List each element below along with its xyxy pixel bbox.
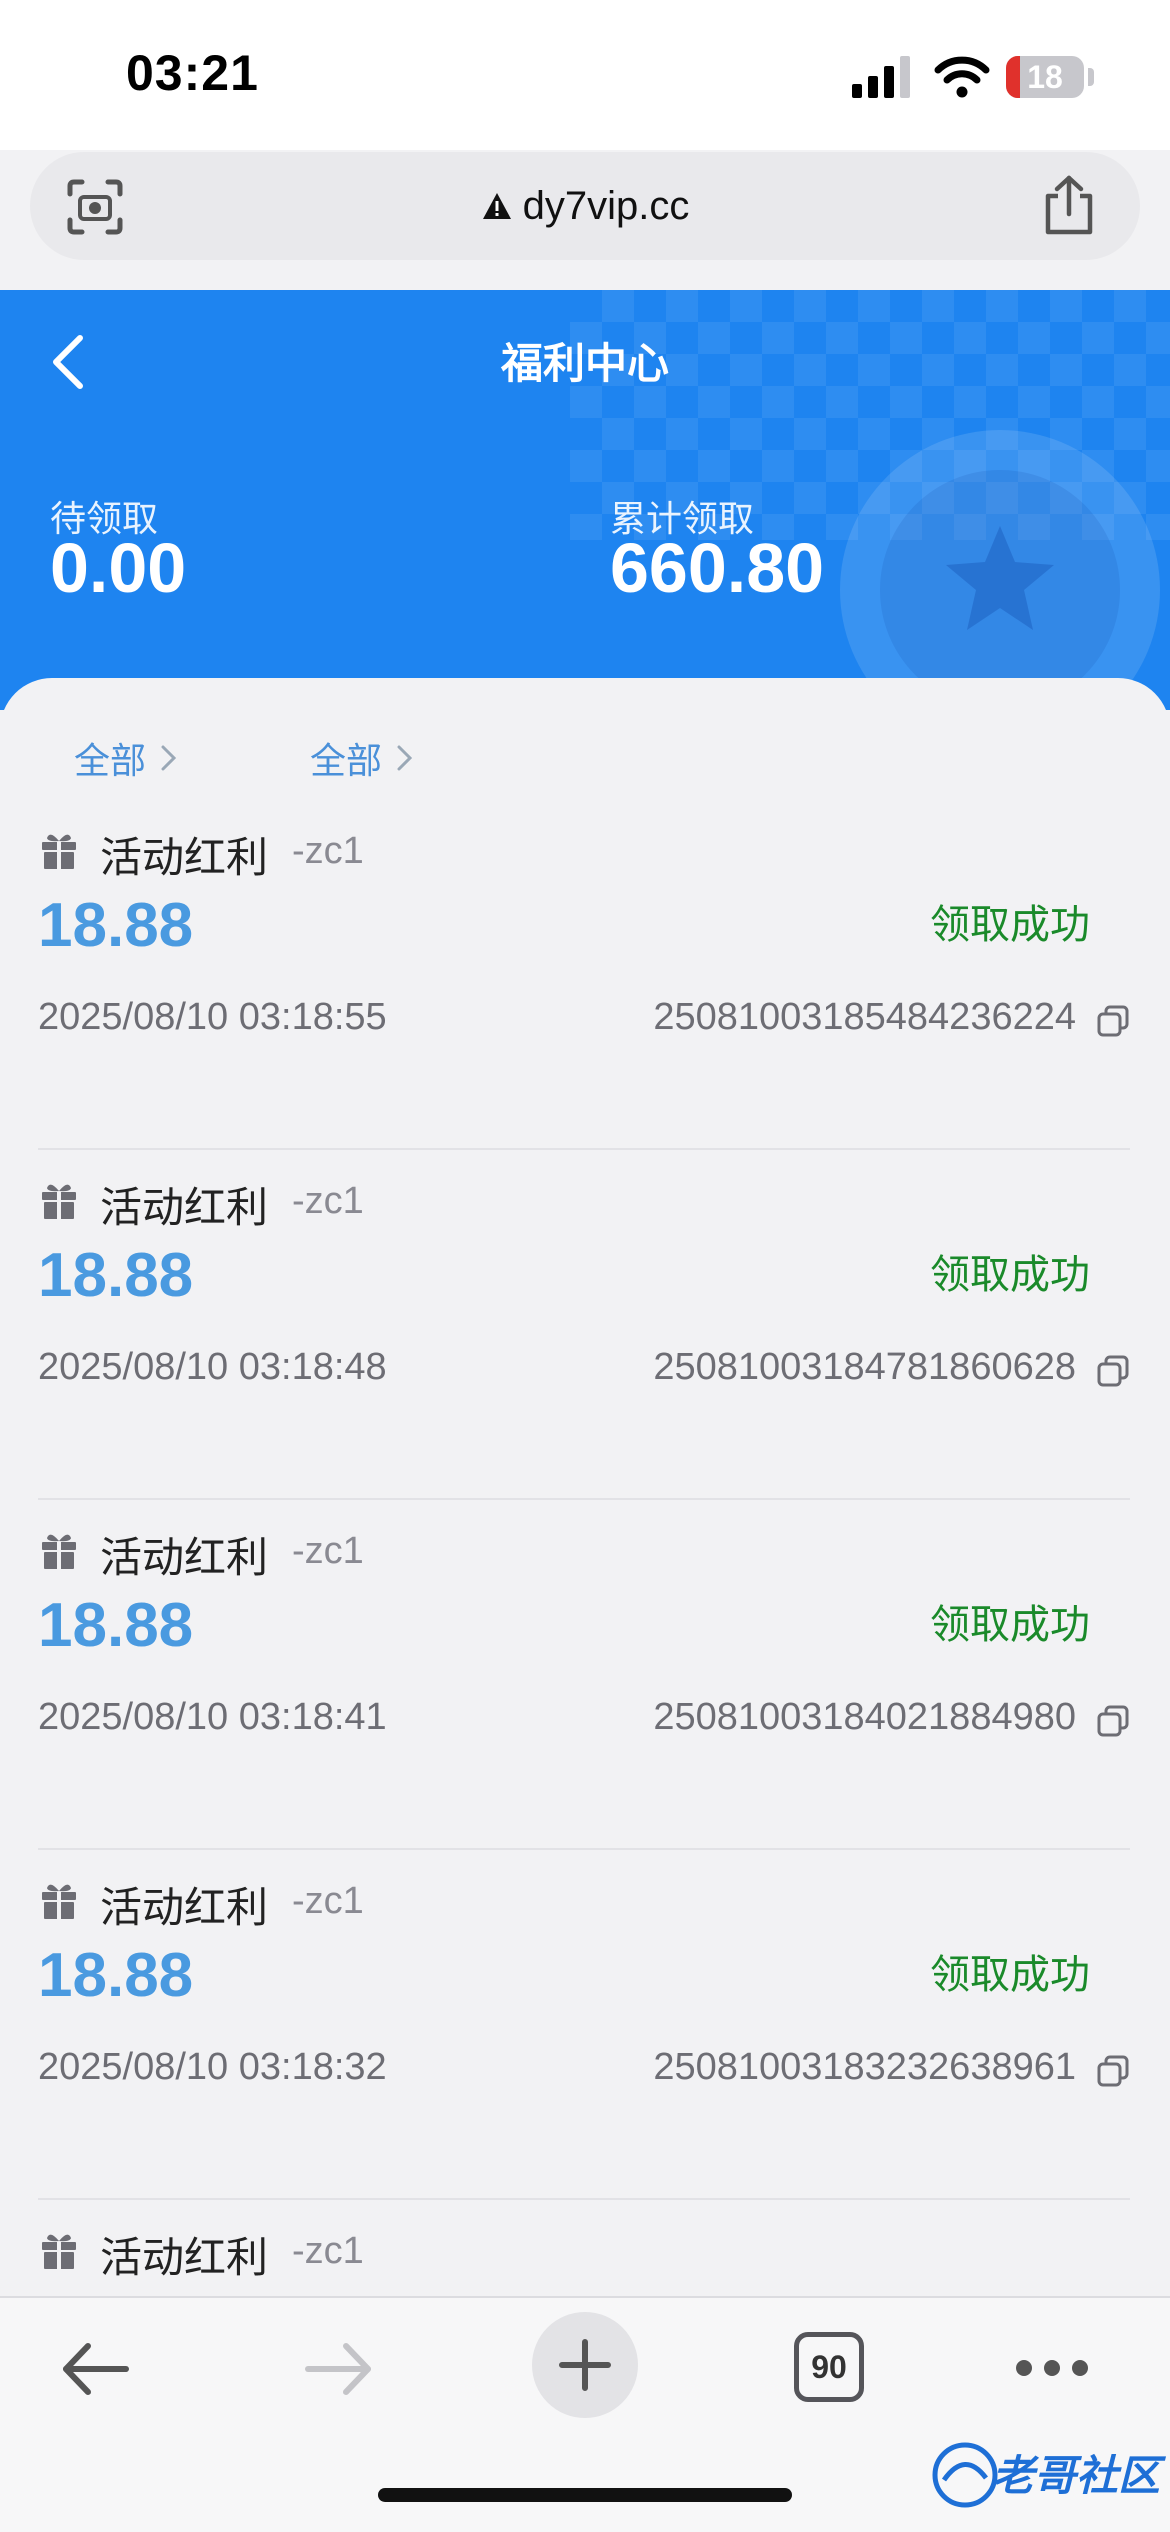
- page-title: 福利中心: [500, 339, 669, 388]
- pending-value: 0.00: [50, 529, 187, 607]
- record-tag: -zc1: [292, 1880, 364, 1922]
- filter-type-label: 全部: [74, 741, 147, 782]
- records-panel: 全部 全部 活动红利 -zc1 18.88 领取成功 2025/08/10 03…: [0, 678, 1170, 2298]
- record-item[interactable]: 活动红利 -zc1: [38, 2200, 1130, 2298]
- new-tab-button[interactable]: [532, 2312, 638, 2418]
- gift-icon: [42, 2234, 76, 2270]
- chevron-right-icon: [397, 745, 413, 771]
- gift-icon: [42, 1534, 76, 1570]
- record-tag: -zc1: [292, 2230, 364, 2272]
- record-item[interactable]: 活动红利 -zc1 18.88 领取成功 2025/08/10 03:18:48…: [38, 1150, 1130, 1500]
- url-text: dy7vip.cc: [522, 183, 690, 228]
- record-title: 活动红利: [100, 1533, 269, 1582]
- camera-search-icon[interactable]: [66, 178, 124, 236]
- battery-level: 18: [1027, 59, 1063, 95]
- total-claimed-value: 660.80: [610, 529, 825, 607]
- record-order-id: 25081003183232638961: [653, 2046, 1076, 2088]
- battery-icon: 18: [1006, 56, 1084, 98]
- record-amount: 18.88: [38, 1241, 194, 1310]
- gift-icon: [42, 1184, 76, 1220]
- wifi-icon: [934, 56, 990, 98]
- dragon-logo-icon: [932, 2442, 998, 2508]
- record-order-id: 25081003184781860628: [653, 1346, 1076, 1388]
- record-title: 活动红利: [100, 2233, 269, 2282]
- share-icon[interactable]: [1040, 174, 1098, 236]
- status-bar: 03:21 18: [0, 0, 1170, 150]
- record-time: 2025/08/10 03:18:48: [38, 1346, 387, 1388]
- status-time: 03:21: [126, 45, 259, 101]
- record-order-id: 25081003185484236224: [653, 996, 1076, 1038]
- record-tag: -zc1: [292, 830, 364, 872]
- signal-icon: [852, 56, 910, 98]
- filter-status[interactable]: 全部: [310, 732, 416, 784]
- record-title: 活动红利: [100, 1183, 269, 1232]
- record-amount: 18.88: [38, 891, 194, 960]
- record-status: 领取成功: [930, 1952, 1090, 1998]
- filter-status-label: 全部: [310, 741, 383, 782]
- url-display[interactable]: dy7vip.cc: [230, 152, 940, 260]
- copy-icon[interactable]: [1096, 2054, 1130, 2088]
- copy-icon[interactable]: [1096, 1004, 1130, 1038]
- tabs-icon[interactable]: 90: [794, 2332, 864, 2402]
- url-bar[interactable]: dy7vip.cc: [30, 152, 1140, 260]
- copy-icon[interactable]: [1096, 1704, 1130, 1738]
- record-item[interactable]: 活动红利 -zc1 18.88 领取成功 2025/08/10 03:18:41…: [38, 1500, 1130, 1850]
- more-icon[interactable]: [1014, 2356, 1090, 2380]
- star-icon: [946, 526, 1054, 630]
- home-indicator[interactable]: [378, 2488, 792, 2502]
- plus-icon: [559, 2339, 611, 2391]
- gift-icon: [42, 1884, 76, 1920]
- record-tag: -zc1: [292, 1530, 364, 1572]
- forward-arrow-icon[interactable]: [302, 2338, 376, 2400]
- record-order-id: 25081003184021884980: [653, 1696, 1076, 1738]
- chevron-right-icon: [161, 745, 177, 771]
- record-title: 活动红利: [100, 1883, 269, 1932]
- record-item[interactable]: 活动红利 -zc1 18.88 领取成功 2025/08/10 03:18:32…: [38, 1850, 1130, 2200]
- record-title: 活动红利: [100, 833, 269, 882]
- record-tag: -zc1: [292, 1180, 364, 1222]
- record-item[interactable]: 活动红利 -zc1 18.88 领取成功 2025/08/10 03:18:55…: [38, 800, 1130, 1150]
- record-time: 2025/08/10 03:18:41: [38, 1696, 387, 1738]
- record-time: 2025/08/10 03:18:32: [38, 2046, 387, 2088]
- back-arrow-icon[interactable]: [58, 2338, 132, 2400]
- record-status: 领取成功: [930, 902, 1090, 948]
- record-time: 2025/08/10 03:18:55: [38, 996, 387, 1038]
- copy-icon[interactable]: [1096, 1354, 1130, 1388]
- filter-type[interactable]: 全部: [74, 732, 180, 784]
- record-status: 领取成功: [930, 1252, 1090, 1298]
- battery-tip: [1088, 68, 1094, 86]
- record-amount: 18.88: [38, 1591, 194, 1660]
- watermark-logo: 老哥社区: [930, 2432, 1160, 2522]
- gift-icon: [42, 834, 76, 870]
- coin-inner: [880, 470, 1120, 710]
- warning-icon: [482, 193, 511, 219]
- welfare-header: 福利中心 待领取 0.00 累计领取 660.80: [0, 290, 1170, 710]
- record-amount: 18.88: [38, 1941, 194, 2010]
- watermark-text: 老哥社区: [992, 2451, 1161, 2500]
- record-status: 领取成功: [930, 1602, 1090, 1648]
